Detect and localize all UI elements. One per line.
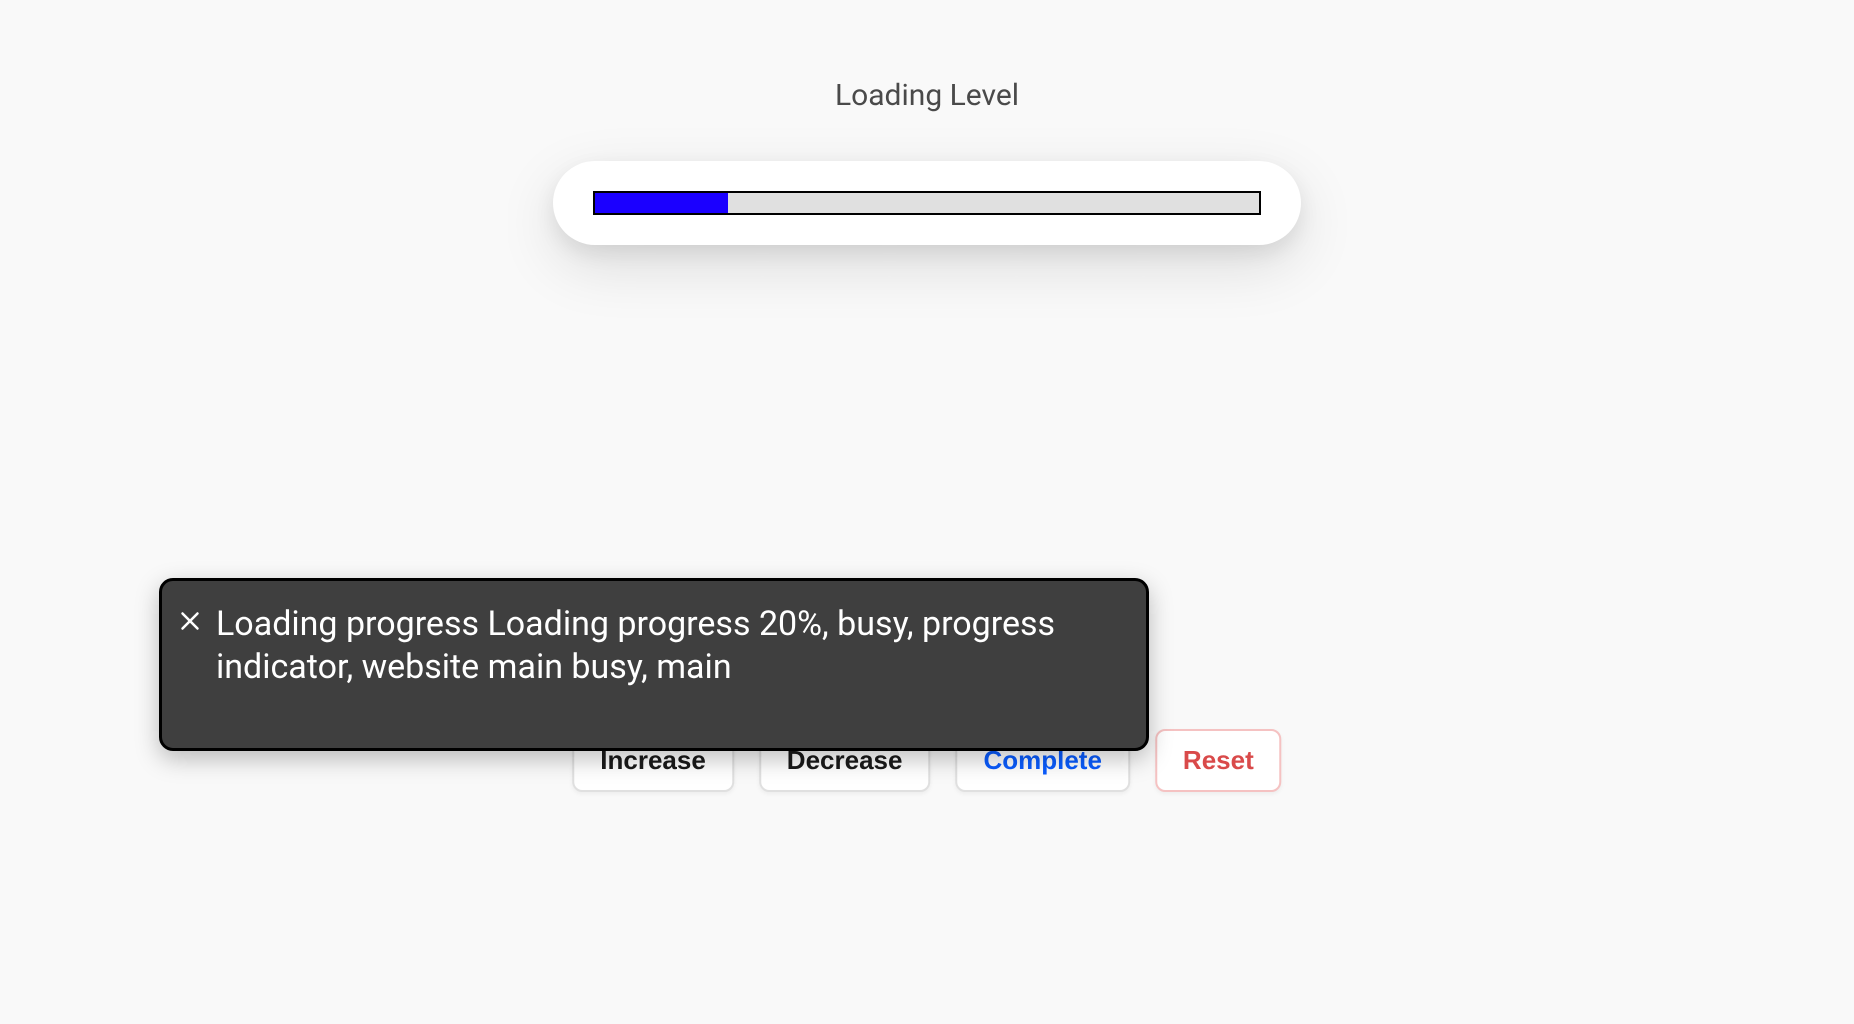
close-icon[interactable] xyxy=(180,599,200,619)
accessibility-tooltip: Loading progress Loading progress 20%, b… xyxy=(159,578,1149,751)
page-title: Loading Level xyxy=(0,78,1854,113)
reset-button[interactable]: Reset xyxy=(1155,729,1282,792)
tooltip-text: Loading progress Loading progress 20%, b… xyxy=(216,604,1055,687)
progress-card xyxy=(553,161,1301,245)
progress-fill xyxy=(595,193,728,213)
progress-track xyxy=(593,191,1261,215)
